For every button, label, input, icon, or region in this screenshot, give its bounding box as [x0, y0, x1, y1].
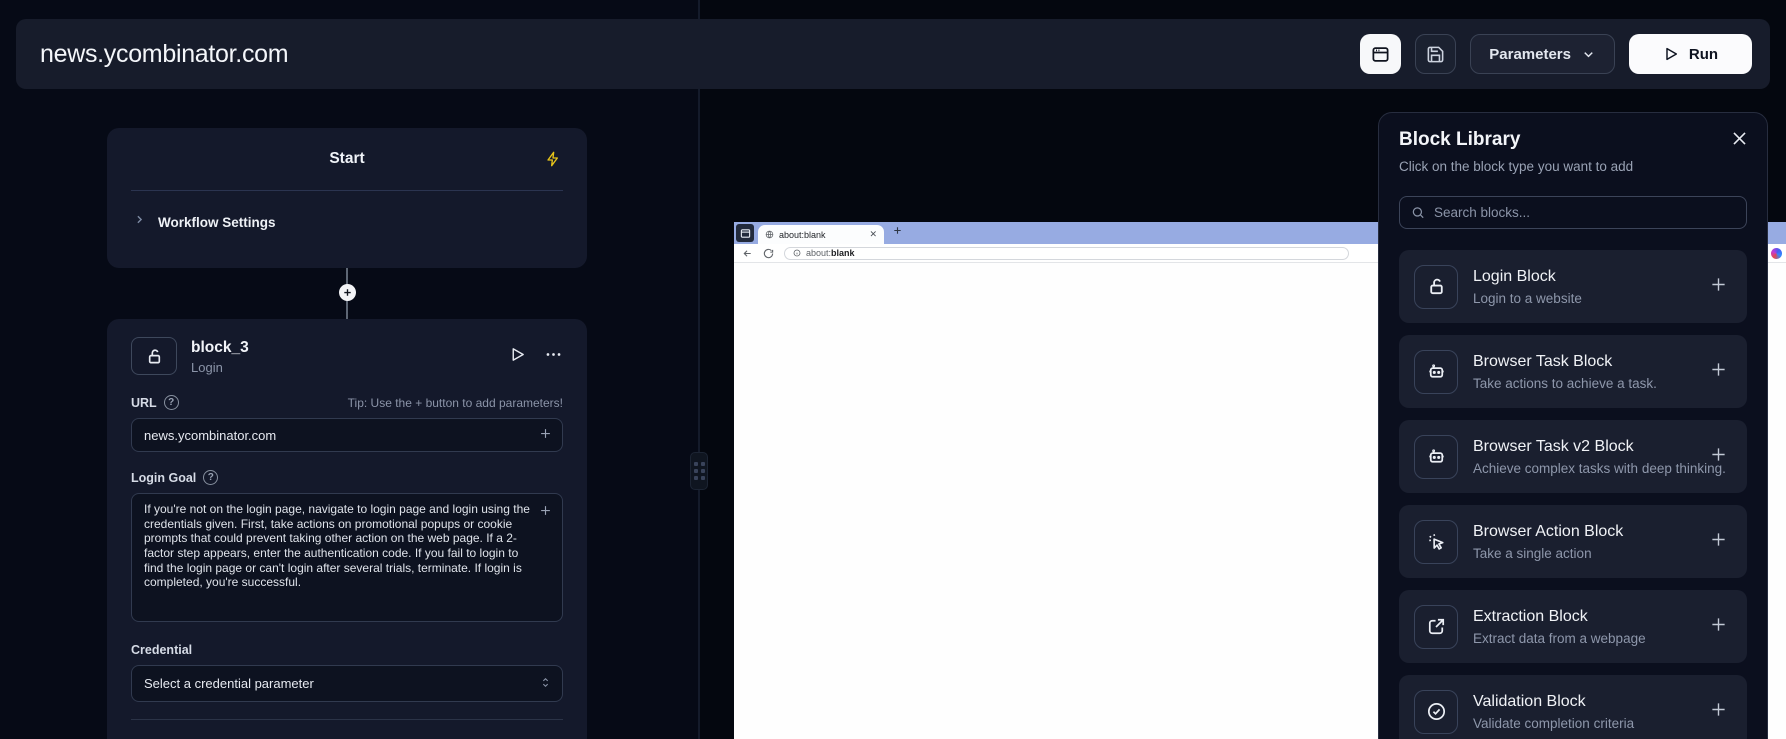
address-bar[interactable]: about:blank — [784, 247, 1349, 260]
play-icon — [1663, 46, 1679, 62]
browser-panel-toggle-button[interactable] — [1360, 34, 1401, 74]
library-item-browser-action-block[interactable]: Browser Action Block Take a single actio… — [1399, 505, 1747, 578]
add-parameter-url-button[interactable] — [538, 426, 553, 446]
credential-field-label: Credential — [131, 643, 192, 657]
globe-icon — [765, 230, 774, 239]
workflow-title: news.ycombinator.com — [40, 40, 288, 69]
robot-icon — [1414, 350, 1458, 394]
library-item-browser-task-block[interactable]: Browser Task Block Take actions to achie… — [1399, 335, 1747, 408]
ellipsis-icon — [544, 345, 563, 364]
block-type-label: Login — [191, 360, 249, 375]
block-menu-button[interactable] — [544, 345, 563, 369]
library-item-validation-block[interactable]: Validation Block Validate completion cri… — [1399, 675, 1747, 739]
parameters-button[interactable]: Parameters — [1470, 34, 1615, 74]
login-goal-field-label: Login Goal ? — [131, 470, 218, 485]
panel-divider — [698, 0, 700, 739]
add-block-plus-icon[interactable] — [1708, 614, 1729, 640]
workflow-settings-toggle[interactable]: Workflow Settings — [107, 191, 587, 231]
help-icon[interactable]: ? — [203, 470, 218, 485]
add-block-plus-icon[interactable] — [1708, 529, 1729, 555]
unlock-icon — [131, 337, 177, 375]
address-url: about:blank — [806, 248, 855, 258]
robot-icon — [1414, 435, 1458, 479]
add-parameter-goal-button[interactable] — [538, 503, 553, 523]
chevrons-up-down-icon — [539, 676, 552, 692]
save-icon — [1426, 45, 1445, 64]
lightning-bolt-icon — [545, 151, 561, 172]
cursor-sparkle-icon — [1414, 520, 1458, 564]
add-block-plus-icon[interactable] — [1708, 444, 1729, 470]
library-item-browser-task-v2-block[interactable]: Browser Task v2 Block Achieve complex ta… — [1399, 420, 1747, 493]
url-input[interactable] — [131, 418, 563, 452]
start-block-card[interactable]: Start Workflow Settings — [107, 128, 587, 268]
close-icon[interactable] — [1730, 129, 1749, 153]
library-item-login-block[interactable]: Login Block Login to a website — [1399, 250, 1747, 323]
window-icon — [1371, 45, 1390, 64]
refresh-icon[interactable] — [763, 248, 774, 259]
extract-icon — [1414, 605, 1458, 649]
save-button[interactable] — [1415, 34, 1456, 74]
new-tab-icon[interactable] — [892, 223, 903, 241]
back-icon[interactable] — [742, 248, 753, 259]
search-input[interactable] — [1434, 205, 1735, 220]
tab-title: about:blank — [779, 230, 864, 240]
credential-select[interactable]: Select a credential parameter — [131, 665, 563, 702]
workflow-settings-label: Workflow Settings — [158, 215, 276, 230]
play-icon — [509, 346, 526, 363]
block-library-panel: Block Library Click on the block type yo… — [1378, 112, 1768, 739]
tab-search-icon[interactable] — [736, 224, 754, 242]
info-icon — [793, 249, 801, 257]
block-library-subtitle: Click on the block type you want to add — [1399, 159, 1747, 174]
add-block-node-button[interactable] — [339, 284, 356, 301]
credential-select-value: Select a credential parameter — [144, 676, 314, 691]
plus-icon — [538, 426, 553, 441]
parameters-label: Parameters — [1489, 46, 1571, 63]
block-section-divider — [131, 719, 563, 720]
chevron-down-icon — [1581, 47, 1596, 62]
run-label: Run — [1689, 46, 1718, 63]
chevron-right-icon — [133, 213, 146, 231]
login-goal-textarea[interactable]: If you're not on the login page, navigat… — [131, 493, 563, 622]
block-library-title: Block Library — [1399, 129, 1747, 151]
block-search[interactable] — [1399, 196, 1747, 229]
run-button[interactable]: Run — [1629, 34, 1752, 74]
url-field-label: URL ? — [131, 395, 179, 410]
login-block-card[interactable]: block_3 Login URL ? Tip: Use the + butto… — [107, 319, 587, 739]
block-library-list: Login Block Login to a website Browser T… — [1399, 250, 1747, 739]
parameters-tip: Tip: Use the + button to add parameters! — [348, 396, 563, 410]
add-block-plus-icon[interactable] — [1708, 359, 1729, 385]
divider-drag-handle[interactable] — [690, 452, 708, 490]
start-block-title: Start — [329, 150, 364, 168]
block-name: block_3 — [191, 339, 249, 357]
help-icon[interactable]: ? — [164, 395, 179, 410]
check-circle-icon — [1414, 690, 1458, 734]
search-icon — [1411, 205, 1425, 220]
add-block-plus-icon[interactable] — [1708, 274, 1729, 300]
top-bar: news.ycombinator.com Parameters Run — [16, 19, 1770, 89]
unlock-icon — [1414, 265, 1458, 309]
workflow-editor-screen: about:blank ✕ about:blank news.ycombinat… — [0, 0, 1786, 739]
tab-close-icon[interactable]: ✕ — [869, 229, 877, 240]
run-block-button[interactable] — [509, 346, 526, 368]
browser-tab[interactable]: about:blank ✕ — [758, 225, 884, 244]
copilot-icon[interactable] — [1771, 248, 1782, 259]
plus-icon — [342, 287, 353, 298]
plus-icon — [538, 503, 553, 518]
library-item-extraction-block[interactable]: Extraction Block Extract data from a web… — [1399, 590, 1747, 663]
add-block-plus-icon[interactable] — [1708, 699, 1729, 725]
